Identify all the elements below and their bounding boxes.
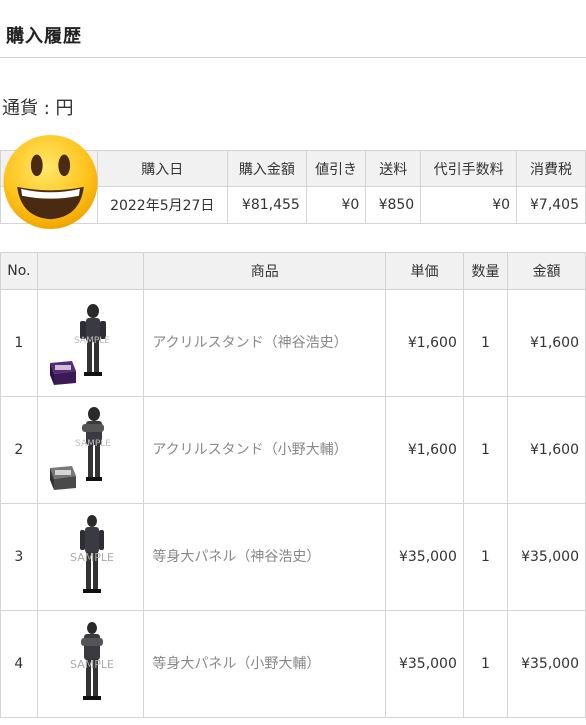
item-no: 3 <box>0 503 38 611</box>
item-amount: ¥35,000 <box>507 610 586 718</box>
grinning-face-emoji-icon <box>3 134 98 230</box>
summary-header-cod-fee: 代引手数料 <box>420 150 518 187</box>
summary-amount: ¥81,455 <box>226 186 307 224</box>
item-no: 4 <box>0 610 38 718</box>
table-row: 4 SAMPLE 等身大パネル（小野大輔） ¥35,000 1 ¥35,000 <box>0 610 586 718</box>
item-qty: 1 <box>462 396 509 504</box>
table-row: 1 SAMPLE アクリルスタンド（神谷浩史） ¥1,600 1 ¥1,600 <box>0 289 586 397</box>
items-header-product: 商品 <box>143 252 387 290</box>
sample-watermark: SAMPLE <box>74 336 110 346</box>
acrylic-stand-image: SAMPLE <box>49 407 111 490</box>
summary-tax: ¥7,405 <box>516 186 586 224</box>
item-qty: 1 <box>462 503 509 611</box>
acrylic-stand-image: SAMPLE <box>49 304 110 385</box>
items-header-unit-price: 単価 <box>385 252 464 290</box>
sample-watermark: SAMPLE <box>70 551 114 564</box>
item-qty: 1 <box>462 289 509 397</box>
life-size-panel-image: SAMPLE <box>70 515 114 593</box>
summary-header-shipping: 送料 <box>365 150 422 187</box>
item-thumbnail[interactable]: SAMPLE <box>36 503 145 611</box>
item-amount: ¥35,000 <box>507 503 586 611</box>
item-name[interactable]: 等身大パネル（小野大輔） <box>143 610 387 718</box>
life-size-panel-image: SAMPLE <box>70 622 114 700</box>
sample-watermark: SAMPLE <box>75 439 111 449</box>
item-qty: 1 <box>462 610 509 718</box>
summary-header-date: 購入日 <box>96 150 228 187</box>
sample-watermark: SAMPLE <box>70 658 114 671</box>
item-amount: ¥1,600 <box>507 396 586 504</box>
table-row: 3 SAMPLE 等身大パネル（神谷浩史） ¥35,000 1 ¥35,000 <box>0 503 586 611</box>
item-unit-price: ¥1,600 <box>385 289 464 397</box>
item-amount: ¥1,600 <box>507 289 586 397</box>
item-no: 1 <box>0 289 38 397</box>
summary-cod-fee: ¥0 <box>420 186 518 224</box>
summary-shipping: ¥850 <box>365 186 422 224</box>
items-header-no: No. <box>0 252 38 290</box>
summary-discount: ¥0 <box>305 186 367 224</box>
summary-date: 2022年5月27日 <box>96 186 228 224</box>
items-header-qty: 数量 <box>462 252 509 290</box>
currency-label: 通貨 : 円 <box>2 98 74 119</box>
item-thumbnail[interactable]: SAMPLE <box>36 610 145 718</box>
item-thumbnail[interactable]: SAMPLE <box>36 289 145 397</box>
summary-header-tax: 消費税 <box>516 150 586 187</box>
item-name[interactable]: アクリルスタンド（神谷浩史） <box>143 289 387 397</box>
item-name[interactable]: アクリルスタンド（小野大輔） <box>143 396 387 504</box>
page-title: 購入履歴 <box>6 26 82 47</box>
title-divider <box>0 57 586 58</box>
table-row: 2 SAMPLE アクリルスタンド（小野大輔） ¥1,600 1 ¥1,600 <box>0 396 586 504</box>
item-no: 2 <box>0 396 38 504</box>
items-header-amount: 金額 <box>507 252 586 290</box>
item-thumbnail[interactable]: SAMPLE <box>36 396 145 504</box>
summary-header-amount: 購入金額 <box>226 150 307 187</box>
item-unit-price: ¥1,600 <box>385 396 464 504</box>
item-unit-price: ¥35,000 <box>385 610 464 718</box>
item-unit-price: ¥35,000 <box>385 503 464 611</box>
item-name[interactable]: 等身大パネル（神谷浩史） <box>143 503 387 611</box>
summary-header-discount: 値引き <box>305 150 367 187</box>
items-table: No. 商品 単価 数量 金額 1 SAMPLE アクリルスタンド（神谷浩史） … <box>0 252 586 718</box>
items-header-image <box>36 252 145 290</box>
